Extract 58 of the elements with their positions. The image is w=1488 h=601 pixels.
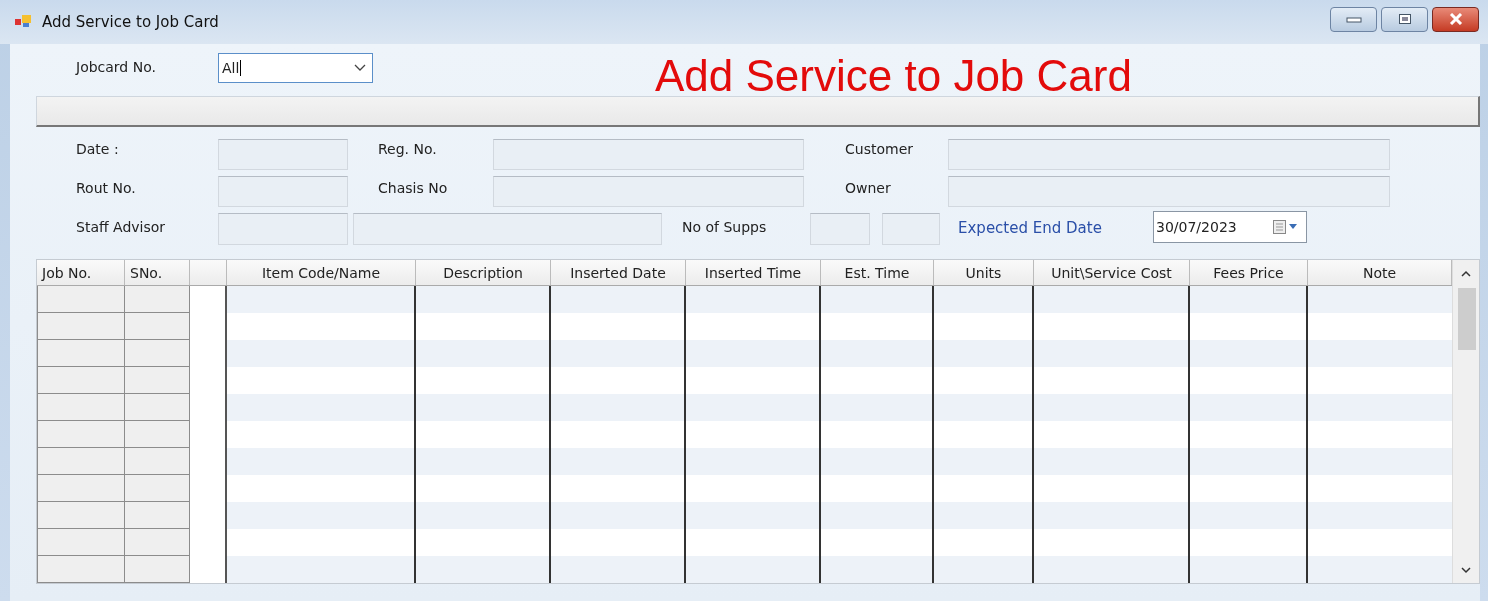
row-header-cell xyxy=(125,367,190,394)
field-label: Jobcard No. xyxy=(76,59,157,75)
row-header-cell xyxy=(125,502,190,529)
date-picker[interactable]: 30/07/2023 xyxy=(1153,211,1307,243)
text-field[interactable] xyxy=(218,176,348,207)
column-header[interactable]: Description xyxy=(416,260,551,285)
form-heading: Add Service to Job Card xyxy=(655,52,1132,100)
text-field[interactable] xyxy=(948,139,1390,170)
field-label: Chasis No xyxy=(378,179,448,198)
row-header-cell xyxy=(125,394,190,421)
row-header-cell xyxy=(125,340,190,367)
text-field[interactable] xyxy=(218,213,348,245)
row-header-cell xyxy=(125,529,190,556)
text-field[interactable] xyxy=(810,213,870,245)
row-header-cell xyxy=(125,475,190,502)
field-label: Customer xyxy=(845,140,913,159)
field-label: No of Supps xyxy=(682,218,767,237)
column-header[interactable]: Item Code/Name xyxy=(227,260,416,285)
field-label: Reg. No. xyxy=(378,140,437,159)
field-label: Rout No. xyxy=(76,179,136,198)
row-header-cell xyxy=(125,448,190,475)
window-title: Add Service to Job Card xyxy=(42,13,219,31)
column-header[interactable]: Units xyxy=(934,260,1034,285)
calendar-dropdown-icon xyxy=(1272,219,1300,235)
text-field[interactable] xyxy=(493,176,804,207)
minimize-button[interactable] xyxy=(1330,6,1377,32)
column-header[interactable]: Job No. xyxy=(37,260,125,285)
text-field[interactable] xyxy=(882,213,940,245)
text-field[interactable] xyxy=(493,139,804,170)
row-header-cell xyxy=(125,421,190,448)
text-field[interactable] xyxy=(353,213,662,245)
row-header-cell xyxy=(125,556,190,583)
minimize-icon xyxy=(1345,15,1362,23)
scrollbar-thumb[interactable] xyxy=(1458,288,1476,350)
close-icon xyxy=(1447,13,1464,25)
field-label: Date : xyxy=(76,140,119,159)
column-header[interactable]: Inserted Time xyxy=(686,260,821,285)
field-label: Expected End Date xyxy=(958,218,1102,239)
column-header[interactable]: Est. Time xyxy=(821,260,934,285)
chevron-down-icon xyxy=(1461,566,1471,574)
column-header[interactable]: Inserted Date xyxy=(551,260,686,285)
close-button[interactable] xyxy=(1432,6,1479,32)
app-icon xyxy=(14,13,34,29)
column-header[interactable]: Unit\Service Cost xyxy=(1034,260,1190,285)
column-header[interactable]: Fees Price xyxy=(1190,260,1308,285)
caret-icon xyxy=(354,64,366,72)
chevron-up-icon xyxy=(1461,269,1471,277)
row-header-cell xyxy=(125,286,190,313)
maximize-button[interactable] xyxy=(1381,6,1428,32)
maximize-icon xyxy=(1397,13,1412,25)
row-header-cell xyxy=(125,313,190,340)
vertical-scrollbar[interactable] xyxy=(1452,260,1479,583)
field-label: Owner xyxy=(845,179,891,198)
field-label: Staff Advisor xyxy=(76,218,166,237)
column-header[interactable]: SNo. xyxy=(125,260,190,285)
text-field[interactable] xyxy=(218,139,348,170)
text-field[interactable] xyxy=(948,176,1390,207)
jobcard-dropdown[interactable]: All xyxy=(218,53,373,83)
